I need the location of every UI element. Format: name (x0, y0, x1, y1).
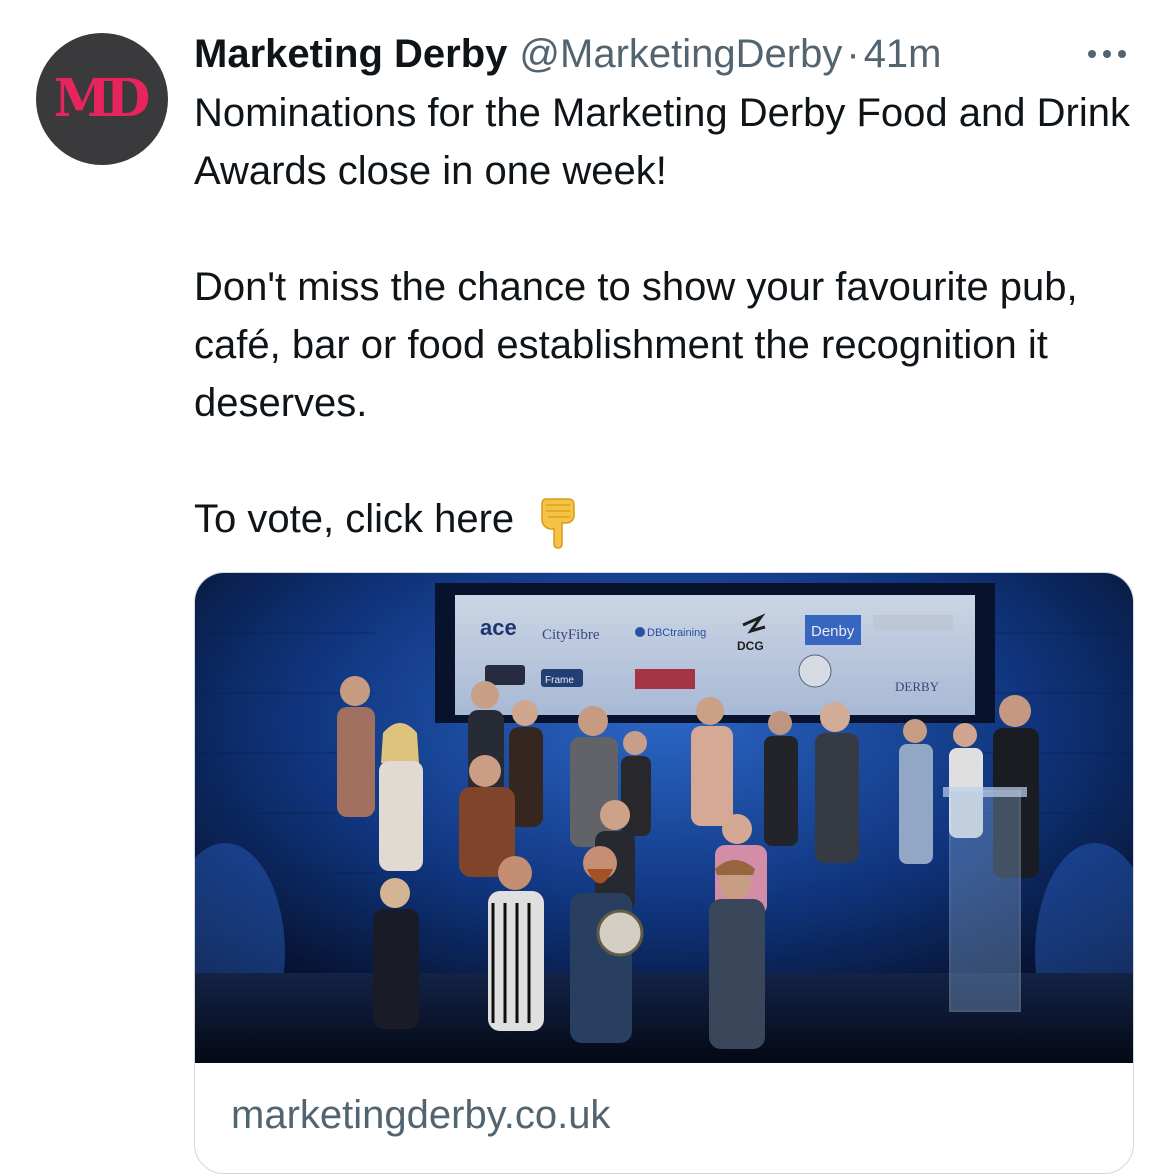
tweet-paragraph-cta: To vote, click here (194, 490, 1134, 550)
tweet-text: Nominations for the Marketing Derby Food… (194, 84, 1134, 550)
avatar-logo: MD (53, 68, 151, 129)
separator-dot: · (846, 32, 860, 76)
more-button[interactable] (1082, 36, 1132, 72)
tweet-header: Marketing Derby @MarketingDerby · 41m (194, 28, 1050, 80)
author-handle[interactable]: @MarketingDerby (519, 28, 842, 80)
timestamp[interactable]: 41m (864, 28, 942, 80)
tweet-paragraph: Nominations for the Marketing Derby Food… (194, 91, 1130, 193)
card-photo: ace CityFibre DBCtraining DCG Denby Fram… (195, 573, 1133, 1063)
vote-text: To vote, click here (194, 497, 515, 541)
more-horizontal-icon (1088, 50, 1126, 58)
link-card[interactable]: ace CityFibre DBCtraining DCG Denby Fram… (194, 572, 1134, 1174)
card-domain-link[interactable]: marketingderby.co.uk (231, 1089, 610, 1141)
author-display-name[interactable]: Marketing Derby (194, 28, 507, 80)
avatar[interactable]: MD (36, 33, 168, 165)
backhand-index-pointing-down-icon (541, 498, 575, 550)
tweet-paragraph: Don't miss the chance to show your favou… (194, 265, 1078, 425)
